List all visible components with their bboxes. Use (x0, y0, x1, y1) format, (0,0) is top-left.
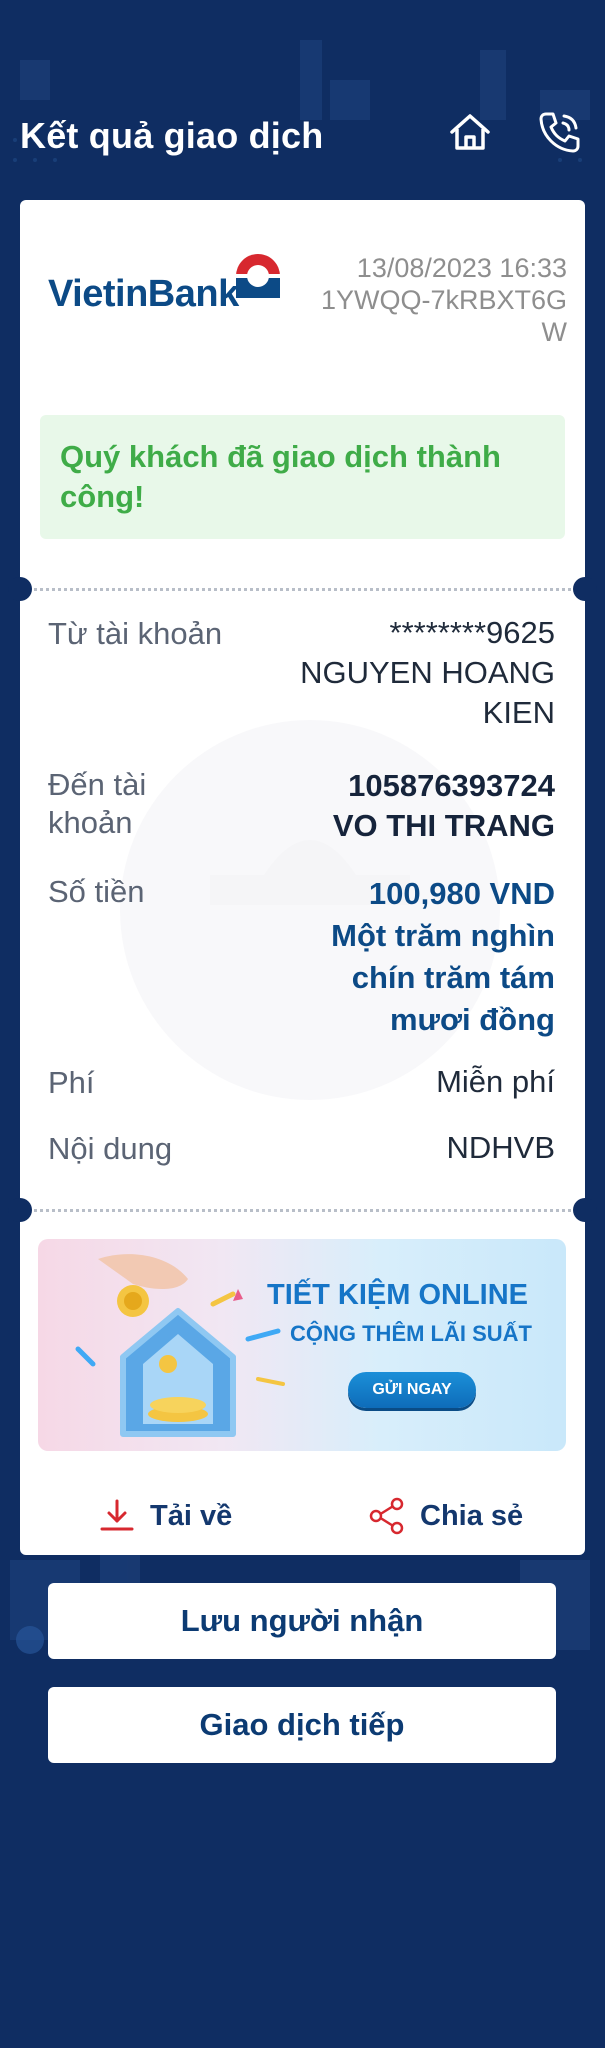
amount-number: 100,980 VND (368, 876, 555, 911)
share-icon (369, 1497, 404, 1535)
share-label: Chia sẻ (420, 1499, 524, 1532)
divider-notch-right-2 (573, 1198, 597, 1222)
to-account-name: VO THI TRANG (332, 808, 555, 843)
share-button[interactable]: Chia sẻ (368, 1496, 523, 1536)
promo-subtitle: CỘNG THÊM LÃI SUẤT (290, 1321, 532, 1346)
dotted-divider (34, 588, 571, 591)
divider-notch-left-2 (8, 1198, 32, 1222)
phone-icon[interactable] (536, 108, 584, 156)
download-label: Tải về (150, 1499, 233, 1532)
home-icon[interactable] (446, 108, 494, 156)
fee-value: Miễn phí (436, 1064, 555, 1099)
from-account-name: NGUYEN HOANG (300, 655, 555, 690)
vietinbank-logo: VietinBank (48, 248, 298, 318)
amount-label: Số tiền (48, 874, 145, 909)
to-account-number: 105876393724 (348, 768, 555, 803)
receipt-card: VietinBank 13/08/2023 16:33 1YWQQ-7kRBXT… (8, 200, 597, 1555)
content-value: NDHVB (446, 1130, 555, 1165)
to-account-label: Đến tài khoản (48, 766, 146, 842)
to-account-label-line1: Đến tài (48, 767, 147, 802)
amount-in-words-1: Một trăm nghìn (331, 918, 555, 953)
to-account-value: 105876393724 VO THI TRANG (333, 766, 555, 846)
download-button[interactable]: Tải về (98, 1496, 232, 1536)
promo-banner[interactable]: TIẾT KIỆM ONLINE CỘNG THÊM LÃI SUẤT GỬI … (38, 1239, 566, 1451)
success-message: Quý khách đã giao dịch thành công! (60, 439, 501, 514)
divider-notch-left (8, 577, 32, 601)
from-account-number: ********9625 (389, 615, 555, 650)
transaction-datetime: 13/08/2023 16:33 (356, 253, 567, 283)
promo-send-now-button[interactable]: GỬI NGAY (348, 1372, 476, 1408)
transaction-id-cont: W (541, 317, 567, 347)
next-transaction-button[interactable]: Giao dịch tiếp (48, 1687, 556, 1763)
dotted-divider-2 (34, 1209, 571, 1212)
from-account-name-cont: KIEN (482, 695, 555, 730)
content-label: Nội dung (48, 1131, 173, 1166)
from-account-value: ********9625 NGUYEN HOANG KIEN (300, 613, 555, 733)
amount-in-words-3: mươi đồng (389, 1002, 555, 1037)
page-title: Kết quả giao dịch (20, 115, 324, 156)
promo-title: TIẾT KIỆM ONLINE (267, 1279, 528, 1311)
amount-in-words-2: chín trăm tám (351, 960, 555, 995)
bank-logo-mark: VietinBank (48, 254, 280, 315)
amount-value: 100,980 VND Một trăm nghìn chín trăm tám… (331, 873, 555, 1041)
download-icon (100, 1499, 134, 1531)
transaction-id: 1YWQQ-7kRBXT6G (320, 285, 567, 315)
fee-label: Phí (48, 1065, 95, 1100)
to-account-label-line2: khoản (48, 805, 133, 840)
transaction-meta: 13/08/2023 16:33 1YWQQ-7kRBXT6G W (287, 252, 567, 348)
bank-name: VietinBank (48, 273, 240, 315)
save-recipient-button[interactable]: Lưu người nhận (48, 1583, 556, 1659)
from-account-label: Từ tài khoản (48, 616, 223, 651)
divider-notch-right (573, 577, 597, 601)
success-banner: Quý khách đã giao dịch thành công! (40, 415, 565, 539)
